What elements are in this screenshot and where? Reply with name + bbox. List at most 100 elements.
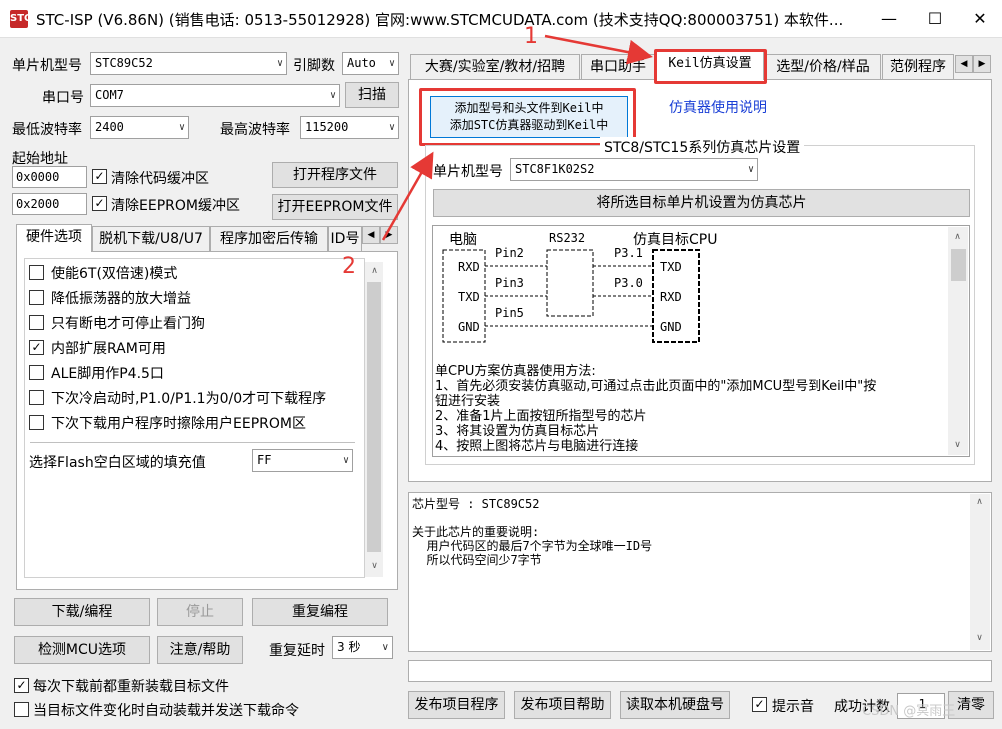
maximize-button[interactable]: ☐: [912, 0, 958, 38]
start-address-field[interactable]: 0x0000: [12, 166, 87, 188]
option-checkbox[interactable]: [29, 415, 44, 430]
marker-2: 2: [342, 254, 356, 279]
scroll-up-icon[interactable]: ∧: [949, 229, 966, 246]
clear-code-label: 清除代码缓冲区: [111, 171, 209, 187]
tab-encrypted-transfer[interactable]: 程序加密后传输: [210, 226, 328, 252]
arrow-1: [544, 34, 653, 65]
tab-offline-download[interactable]: 脱机下载/U8/U7: [92, 226, 210, 252]
check-mcu-button[interactable]: 检测MCU选项: [14, 636, 150, 664]
repeat-program-button[interactable]: 重复编程: [252, 598, 388, 626]
scrollbar-thumb[interactable]: [367, 282, 381, 552]
clear-eeprom-label: 清除EEPROM缓冲区: [111, 198, 240, 214]
scan-button[interactable]: 扫描: [345, 82, 399, 108]
start-address-label: 起始地址: [12, 151, 68, 167]
option-checkbox[interactable]: [29, 390, 44, 405]
mcu-type-select[interactable]: STC89C52 ∨: [90, 52, 287, 75]
scroll-up-icon[interactable]: ∧: [971, 494, 988, 511]
option-checkbox[interactable]: ✓: [29, 340, 44, 355]
tab-competition[interactable]: 大赛/实验室/教材/招聘: [410, 54, 580, 80]
pc-pin-gnd: GND: [458, 320, 480, 334]
tab-selection-price[interactable]: 选型/价格/样品: [765, 54, 881, 80]
eeprom-address-field[interactable]: 0x2000: [12, 193, 87, 215]
target-cpu-label: 仿真目标CPU: [633, 232, 718, 248]
option-label: 下次冷启动时,P1.0/P1.1为0/0才可下载程序: [51, 391, 327, 407]
instruction-line: 单CPU方案仿真器使用方法:: [435, 364, 596, 379]
chip-info-line: 用户代码区的最后7个字节为全球唯一ID号: [412, 539, 653, 553]
publish-program-button[interactable]: 发布项目程序: [408, 691, 505, 719]
pc-pin-rxd: RXD: [458, 260, 480, 274]
tab-scroll-left-icon[interactable]: ◀: [362, 226, 380, 244]
port-label-p30: P3.0: [614, 276, 643, 290]
tab-serial-assistant[interactable]: 串口助手: [581, 54, 655, 80]
reload-label: 每次下载前都重新装载目标文件: [33, 679, 229, 695]
pins-label: 引脚数: [293, 58, 335, 74]
com-select[interactable]: COM7 ∨: [90, 84, 340, 107]
flash-fill-label: 选择Flash空白区域的填充值: [29, 455, 206, 471]
open-program-button[interactable]: 打开程序文件: [272, 162, 398, 188]
tab-id[interactable]: ID号: [328, 226, 362, 252]
auto-send-checkbox[interactable]: [14, 702, 29, 717]
min-baud-label: 最低波特率: [12, 122, 82, 138]
progress-bar: [408, 660, 992, 682]
flash-fill-select[interactable]: FF ∨: [252, 449, 353, 472]
tab-hardware-options[interactable]: 硬件选项: [16, 224, 92, 252]
help-button[interactable]: 注意/帮助: [157, 636, 243, 664]
open-eeprom-button[interactable]: 打开EEPROM文件: [272, 194, 398, 220]
scroll-down-icon[interactable]: ∨: [949, 437, 966, 454]
tab-scroll-right-icon[interactable]: ▶: [380, 226, 398, 244]
wire-label-pin2: Pin2: [495, 246, 524, 260]
app-icon: STC: [10, 10, 31, 28]
chevron-down-icon: ∨: [276, 58, 283, 69]
scroll-up-icon[interactable]: ∧: [366, 263, 383, 280]
pins-value: Auto: [347, 56, 376, 70]
repeat-delay-value: 3 秒: [337, 640, 361, 654]
tab-examples[interactable]: 范例程序: [882, 54, 954, 80]
chevron-down-icon: ∨: [178, 122, 185, 133]
scrollbar-thumb[interactable]: [951, 249, 966, 281]
emu-mcu-type-select[interactable]: STC8F1K02S2 ∨: [510, 158, 758, 181]
close-button[interactable]: ✕: [957, 0, 1002, 38]
option-checkbox[interactable]: [29, 315, 44, 330]
window-title: STC-ISP (V6.86N) (销售电话: 0513-55012928) 官…: [36, 11, 844, 29]
download-program-button[interactable]: 下载/编程: [14, 598, 150, 626]
option-checkbox[interactable]: [29, 365, 44, 380]
max-baud-select[interactable]: 115200 ∨: [300, 116, 399, 139]
chevron-down-icon: ∨: [388, 122, 395, 133]
instruction-line: 2、准备1片上面按钮所指型号的芯片: [435, 409, 647, 424]
min-baud-value: 2400: [95, 120, 124, 134]
scroll-down-icon[interactable]: ∨: [971, 630, 988, 647]
option-checkbox[interactable]: [29, 265, 44, 280]
clear-code-checkbox[interactable]: ✓: [92, 169, 107, 184]
pins-select[interactable]: Auto ∨: [342, 52, 399, 75]
tab-scroll-left-icon[interactable]: ◀: [955, 55, 973, 73]
publish-help-button[interactable]: 发布项目帮助: [514, 691, 611, 719]
emu-mcu-type-value: STC8F1K02S2: [515, 162, 595, 176]
sound-checkbox[interactable]: ✓: [752, 697, 767, 712]
max-baud-label: 最高波特率: [220, 122, 290, 138]
emulator-help-link[interactable]: 仿真器使用说明: [669, 97, 767, 117]
chevron-down-icon: ∨: [329, 90, 336, 101]
minimize-button[interactable]: —: [866, 0, 912, 38]
min-baud-select[interactable]: 2400 ∨: [90, 116, 189, 139]
tab-scroll-right-icon[interactable]: ▶: [973, 55, 991, 73]
chip-info-line: 关于此芯片的重要说明:: [412, 525, 540, 539]
emu-mcu-type-label: 单片机型号: [433, 164, 503, 180]
rs232-label: RS232: [549, 231, 586, 245]
clear-eeprom-checkbox[interactable]: ✓: [92, 196, 107, 211]
option-label: 使能6T(双倍速)模式: [51, 266, 178, 282]
flash-fill-value: FF: [257, 453, 272, 467]
scroll-down-icon[interactable]: ∨: [366, 558, 383, 575]
read-disk-button[interactable]: 读取本机硬盘号: [620, 691, 730, 719]
chip-info-line: 所以代码空间少7字节: [412, 553, 542, 567]
repeat-delay-select[interactable]: 3 秒 ∨: [332, 636, 393, 659]
set-emulator-chip-button[interactable]: 将所选目标单片机设置为仿真芯片: [433, 189, 970, 217]
stop-button[interactable]: 停止: [157, 598, 243, 626]
reload-checkbox[interactable]: ✓: [14, 678, 29, 693]
wire-label-pin5: Pin5: [495, 306, 524, 320]
info-scrollbar[interactable]: [970, 494, 990, 650]
highlight-box-tab: [654, 49, 767, 84]
mcu-type-label: 单片机型号: [12, 58, 82, 74]
cpu-pin-txd: TXD: [660, 260, 682, 274]
rs232-box: [546, 249, 594, 317]
option-checkbox[interactable]: [29, 290, 44, 305]
